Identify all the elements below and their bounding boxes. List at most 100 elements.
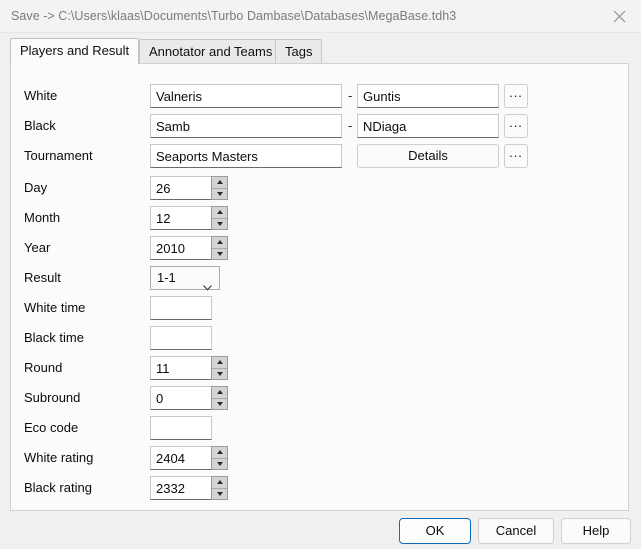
label-year: Year [24,240,51,255]
tournament-browse-button[interactable]: ... [504,144,528,168]
field-row-eco-code: Eco code [11,414,628,444]
field-row-black-time: Black time [11,324,628,354]
chevron-down-icon [216,251,223,256]
black-browse-button[interactable]: ... [504,114,528,138]
spinner-round-up[interactable] [212,357,227,369]
label-month: Month [24,210,61,225]
spinner-day[interactable] [211,176,228,200]
label-eco-code: Eco code [24,420,79,435]
input-black-rating[interactable] [150,476,212,500]
title-bar: Save -> C:\Users\klaas\Documents\Turbo D… [0,0,641,33]
white-name-separator: - [348,88,353,103]
field-row-subround: Subround [11,384,628,414]
window-title: Save -> C:\Users\klaas\Documents\Turbo D… [11,9,457,23]
chevron-down-icon [216,401,223,406]
label-subround: Subround [24,390,81,405]
players-and-result-panel: White - ... Black - ... Tournament Detai… [10,63,629,511]
field-row-tournament: Tournament Details ... [11,142,628,172]
spinner-day-down[interactable] [212,188,227,199]
chevron-down-icon [216,371,223,376]
field-row-black-rating: Black rating [11,474,628,504]
input-year[interactable] [150,236,212,260]
chevron-down-icon [216,461,223,466]
field-row-round: Round [11,354,628,384]
label-white: White [24,88,58,103]
spinner-year-down[interactable] [212,248,227,259]
save-game-dialog: Save -> C:\Users\klaas\Documents\Turbo D… [0,0,641,549]
spinner-round-down[interactable] [212,368,227,379]
input-black-first-name[interactable] [357,114,499,138]
input-subround[interactable] [150,386,212,410]
input-black-last-name[interactable] [150,114,342,138]
label-black-time: Black time [24,330,84,345]
spinner-black-rating[interactable] [211,476,228,500]
spinner-month-down[interactable] [212,218,227,229]
input-day[interactable] [150,176,212,200]
tab-strip: Players and Result Annotator and Teams T… [10,38,631,64]
spinner-black-rating-up[interactable] [212,477,227,489]
spinner-white-rating-down[interactable] [212,458,227,469]
input-white-first-name[interactable] [357,84,499,108]
cancel-button[interactable]: Cancel [478,518,554,544]
tab-tags[interactable]: Tags [275,39,323,64]
field-row-year: Year [11,234,628,264]
dialog-button-bar: OK Cancel Help [0,511,641,549]
input-month[interactable] [150,206,212,230]
input-white-rating[interactable] [150,446,212,470]
field-row-white: White - ... [11,82,628,112]
spinner-month-up[interactable] [212,207,227,219]
field-row-white-time: White time [11,294,628,324]
field-row-black: Black - ... [11,112,628,142]
input-white-time[interactable] [150,296,212,320]
close-button[interactable] [597,0,641,32]
spinner-white-rating[interactable] [211,446,228,470]
spinner-year[interactable] [211,236,228,260]
spinner-day-up[interactable] [212,177,227,189]
black-name-separator: - [348,118,353,133]
label-white-time: White time [24,300,86,315]
field-row-day: Day [11,174,628,204]
chevron-up-icon [216,210,223,215]
chevron-up-icon [216,180,223,185]
close-icon [613,10,626,23]
select-result[interactable]: 1-1 [150,266,220,291]
label-white-rating: White rating [24,450,94,465]
chevron-up-icon [216,360,223,365]
field-row-result: Result 1-1 [11,264,628,294]
white-browse-button[interactable]: ... [504,84,528,108]
chevron-up-icon [216,480,223,485]
label-tournament: Tournament [24,148,93,163]
spinner-black-rating-down[interactable] [212,488,227,499]
label-black: Black [24,118,56,133]
spinner-year-up[interactable] [212,237,227,249]
tab-players-and-result[interactable]: Players and Result [10,38,140,64]
field-row-white-rating: White rating [11,444,628,474]
tab-annotator-and-teams[interactable]: Annotator and Teams [139,39,283,64]
label-black-rating: Black rating [24,480,92,495]
input-eco-code[interactable] [150,416,212,440]
chevron-down-icon [216,221,223,226]
input-round[interactable] [150,356,212,380]
spinner-subround-down[interactable] [212,398,227,409]
spinner-subround-up[interactable] [212,387,227,399]
input-tournament[interactable] [150,144,342,168]
chevron-up-icon [216,450,223,455]
dialog-client-area: Players and Result Annotator and Teams T… [0,33,641,549]
tournament-details-button[interactable]: Details [357,144,499,168]
input-black-time[interactable] [150,326,212,350]
label-result: Result [24,270,61,285]
chevron-up-icon [216,390,223,395]
label-round: Round [24,360,63,375]
spinner-white-rating-up[interactable] [212,447,227,459]
label-day: Day [24,180,48,195]
spinner-month[interactable] [211,206,228,230]
help-button[interactable]: Help [561,518,631,544]
field-row-month: Month [11,204,628,234]
ok-button[interactable]: OK [399,518,471,544]
spinner-round[interactable] [211,356,228,380]
input-white-last-name[interactable] [150,84,342,108]
chevron-up-icon [216,240,223,245]
chevron-down-icon [216,191,223,196]
select-result-value: 1-1 [157,270,176,285]
spinner-subround[interactable] [211,386,228,410]
